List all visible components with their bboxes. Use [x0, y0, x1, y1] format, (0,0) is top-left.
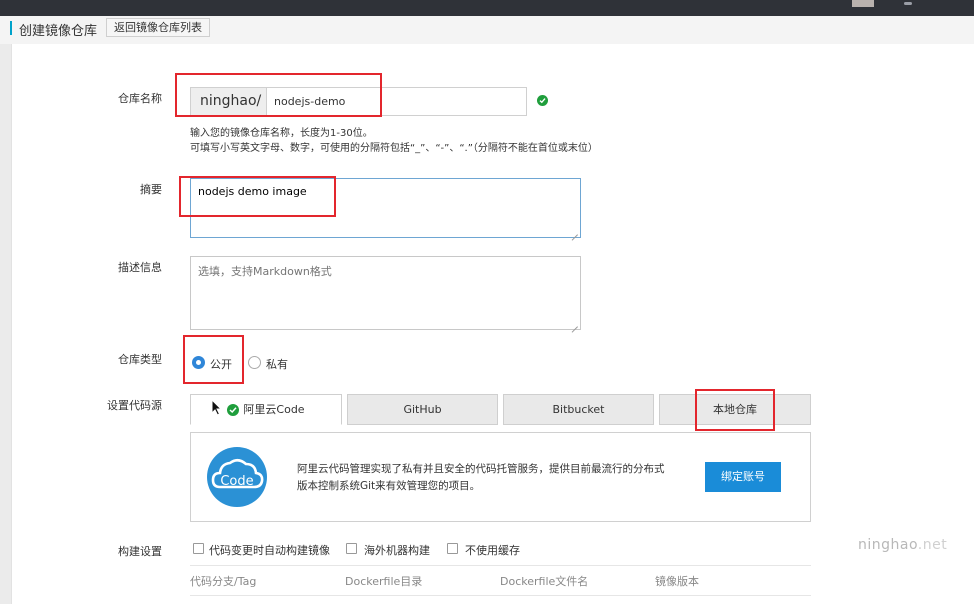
column-header-dockerfile-name: Dockerfile文件名	[500, 575, 589, 588]
resize-grip-icon[interactable]	[572, 321, 578, 327]
aliyun-code-logo: Code	[207, 447, 267, 507]
highlight-local-repo	[695, 389, 775, 431]
private-radio-label: 私有	[266, 358, 288, 371]
top-navbar	[0, 0, 974, 16]
table-divider	[190, 595, 811, 596]
code-source-description: 阿里云代码管理实现了私有并且安全的代码托管服务，提供目前最流行的分布式版本控制系…	[297, 463, 665, 492]
highlight-summary	[179, 176, 336, 217]
mouse-cursor-icon	[211, 399, 223, 416]
build-settings-label: 构建设置	[118, 545, 162, 558]
no-cache-checkbox[interactable]	[447, 543, 458, 554]
svg-text:Code: Code	[220, 474, 253, 489]
repo-name-hint-2: 可填写小写英文字母、数字，可使用的分隔符包括“_”、“-”、“.”（分隔符不能在…	[190, 143, 598, 154]
private-radio[interactable]	[248, 356, 261, 369]
auto-build-label: 代码变更时自动构建镜像	[209, 544, 330, 557]
resize-grip-icon[interactable]	[572, 229, 578, 235]
summary-label: 摘要	[140, 183, 162, 196]
repo-name-label: 仓库名称	[118, 92, 162, 105]
repo-name-hint-1: 输入您的镜像仓库名称，长度为1-30位。	[190, 128, 373, 139]
user-menu[interactable]	[904, 2, 912, 5]
title-accent-bar	[10, 21, 12, 35]
tab-bitbucket[interactable]: Bitbucket	[503, 394, 654, 425]
code-source-panel: Code 阿里云代码管理实现了私有并且安全的代码托管服务，提供目前最流行的分布式…	[190, 432, 811, 522]
description-label: 描述信息	[118, 261, 162, 274]
code-source-label: 设置代码源	[107, 399, 162, 412]
repo-type-label: 仓库类型	[118, 353, 162, 366]
column-header-branch: 代码分支/Tag	[190, 575, 257, 588]
highlight-repo-name	[175, 73, 382, 117]
back-to-list-button[interactable]: 返回镜像仓库列表	[106, 18, 210, 37]
bind-account-button[interactable]: 绑定账号	[705, 462, 781, 492]
description-input[interactable]	[190, 256, 581, 330]
column-header-dockerfile-dir: Dockerfile目录	[345, 575, 423, 588]
table-divider	[190, 565, 811, 566]
overseas-build-checkbox[interactable]	[346, 543, 357, 554]
no-cache-label: 不使用缓存	[465, 544, 520, 557]
overseas-build-label: 海外机器构建	[364, 544, 430, 557]
tab-github[interactable]: GitHub	[347, 394, 498, 425]
watermark-suffix: .net	[917, 537, 948, 553]
tab-aliyun-code-label: 阿里云Code	[243, 403, 305, 416]
auto-build-checkbox[interactable]	[193, 543, 204, 554]
watermark-brand: ninghao	[858, 537, 918, 553]
user-avatar[interactable]	[852, 0, 874, 7]
highlight-public	[183, 335, 244, 384]
page-title: 创建镜像仓库	[19, 24, 98, 39]
check-circle-icon	[537, 95, 548, 106]
check-circle-icon	[227, 403, 240, 416]
column-header-image-version: 镜像版本	[655, 575, 699, 588]
watermark: ninghao.net	[858, 537, 947, 553]
